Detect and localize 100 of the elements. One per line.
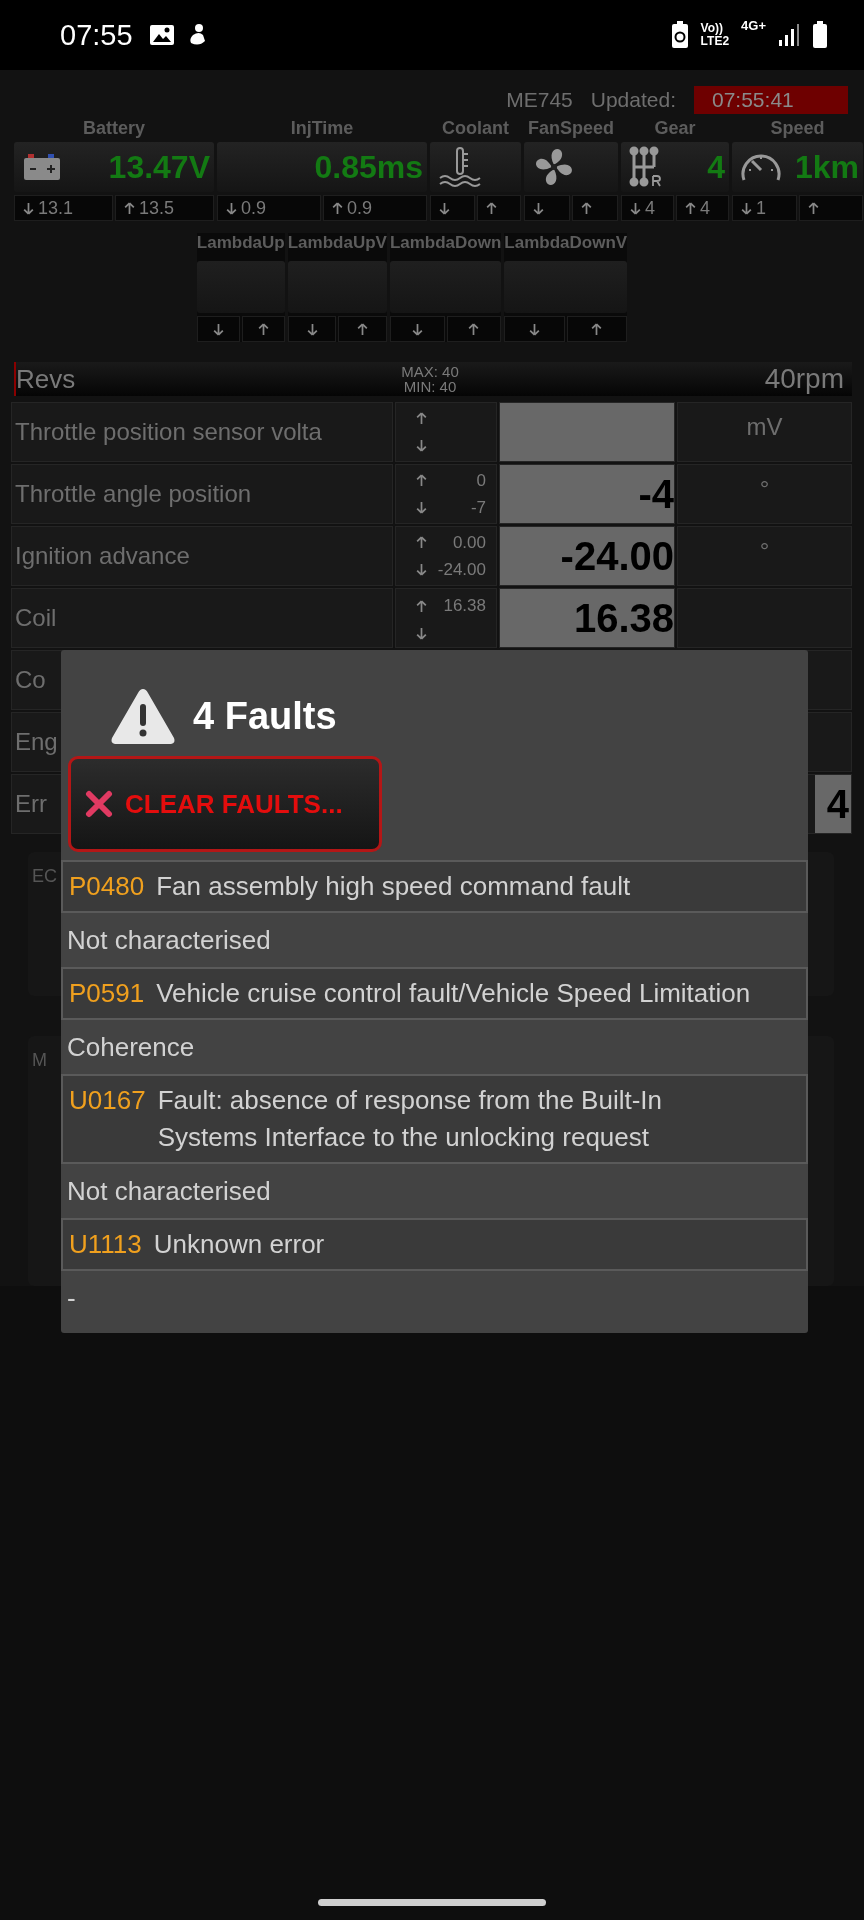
value-cell: -4: [499, 464, 675, 524]
battery-icon: [22, 153, 62, 181]
fault-description: Fault: absence of response from the Built-In Systems Interface to the unlocking request: [157, 1084, 663, 1154]
gauge-label: Speed: [769, 118, 826, 140]
close-icon: [85, 790, 113, 818]
arrow-down-icon: [306, 322, 318, 336]
parameter-name: Ignition advance: [11, 526, 393, 586]
gauge-label: LambdaUp: [196, 233, 285, 254]
arrow-up-icon: [591, 322, 603, 336]
panel-title: EC: [32, 866, 57, 886]
arrow-up-icon: [807, 201, 819, 215]
gauge-label: LambdaDownV: [504, 233, 628, 254]
fault-code: U1113: [69, 1228, 142, 1261]
max-value: 16.38: [443, 596, 486, 617]
arrow-up-icon: [332, 201, 343, 215]
max-value: 0.9: [347, 197, 373, 219]
fault-code: P0480: [69, 870, 145, 903]
arrow-up-icon: [416, 412, 427, 425]
home-indicator[interactable]: [318, 1899, 546, 1906]
arrow-up-icon: [124, 201, 135, 215]
updated-label: Updated:: [590, 88, 676, 112]
battery-icon: [812, 21, 828, 49]
volte-label: Vo)): [700, 22, 725, 35]
arrow-down-icon: [411, 322, 423, 336]
arrow-up-icon: [416, 474, 427, 487]
device-name: ME745: [506, 88, 573, 112]
value-cell: 4: [814, 775, 851, 833]
arrow-up-icon: [416, 536, 427, 549]
min-value: 13.1: [38, 197, 74, 219]
fault-code: U0167: [69, 1084, 146, 1117]
gauge-value: 1km: [794, 148, 859, 186]
warning-icon: [109, 686, 177, 746]
value-cell: 16.38: [499, 588, 675, 648]
revs-label: Revs: [16, 363, 77, 395]
unit-cell: °: [677, 526, 852, 586]
parameter-name: Throttle angle position: [11, 464, 393, 524]
battery-saver-icon: [670, 21, 689, 49]
max-value: 0.00: [452, 532, 486, 553]
min-value: 4: [645, 197, 655, 219]
unit-cell: °: [677, 464, 852, 524]
fault-description: Fan assembly high speed command fault: [156, 870, 631, 903]
clear-faults-button[interactable]: CLEAR FAULTS...: [68, 756, 382, 852]
arrow-down-icon: [416, 626, 427, 640]
arrow-down-icon: [23, 201, 34, 215]
gauge-label: LambdaUpV: [287, 233, 387, 254]
arrow-down-icon: [439, 201, 450, 215]
arrow-up-icon: [581, 201, 592, 215]
arrow-down-icon: [741, 201, 752, 215]
fault-status: Not characterised: [67, 1176, 271, 1206]
max-value: 4: [700, 197, 710, 219]
revs-min: MIN: 40: [402, 379, 458, 394]
revs-max: MAX: 40: [400, 364, 460, 379]
min-value: -24.00: [437, 559, 486, 580]
value-cell: -24.00: [499, 526, 675, 586]
gauge-value: 0.85ms: [314, 148, 423, 186]
unit-cell: mV: [677, 402, 852, 462]
arrow-down-icon: [630, 201, 641, 215]
image-icon: [148, 24, 175, 46]
arrow-down-icon: [533, 201, 544, 215]
arrow-up-icon: [485, 201, 497, 215]
fault-code: P0591: [69, 977, 145, 1010]
signal-icon: [778, 23, 800, 47]
arrow-down-icon: [416, 563, 427, 576]
arrow-up-icon: [257, 322, 269, 336]
gauge-value: 4: [707, 148, 725, 186]
max-value: 0: [476, 470, 486, 491]
fault-description: Vehicle cruise control fault/Vehicle Speed Limitation: [156, 977, 751, 1010]
arrow-up-icon: [685, 201, 696, 215]
updated-time: 07:55:41: [694, 86, 848, 114]
min-value: 1: [756, 197, 766, 219]
fault-status: Coherence: [67, 1032, 195, 1062]
revs-value: 40rpm: [763, 363, 844, 395]
arrow-down-icon: [226, 201, 237, 215]
gauge-label: FanSpeed: [527, 118, 615, 140]
arrow-down-icon: [416, 501, 427, 514]
gauge-label: Gear: [653, 118, 697, 140]
arrow-up-icon: [357, 322, 369, 336]
arrow-down-icon: [529, 322, 541, 336]
gear-shifter-icon: [629, 146, 663, 188]
gauge-label: LambdaDown: [389, 233, 502, 254]
min-value: -7: [470, 497, 486, 518]
arrow-down-icon: [212, 322, 224, 336]
panel-title: M: [32, 1050, 47, 1070]
fault-status: -: [67, 1283, 76, 1313]
gauge-label: Coolant: [441, 118, 510, 140]
network-type: 4G+: [741, 18, 766, 33]
gauge-value: 13.47V: [108, 148, 210, 186]
fault-status: Not characterised: [67, 925, 271, 955]
max-value: 13.5: [139, 197, 175, 219]
clock-time: 07:55: [60, 18, 133, 52]
lte-label: LTE2: [700, 35, 730, 48]
min-value: 0.9: [241, 197, 267, 219]
gauge-label: InjTime: [289, 118, 355, 140]
gauge-label: Battery: [82, 118, 146, 140]
parameter-name: Throttle position sensor volta: [11, 402, 393, 462]
arrow-down-icon: [416, 439, 427, 452]
arrow-up-icon: [416, 599, 427, 613]
arrow-up-icon: [468, 322, 480, 336]
fault-description: Unknown error: [153, 1228, 325, 1261]
parameter-name: Coil: [11, 588, 393, 648]
